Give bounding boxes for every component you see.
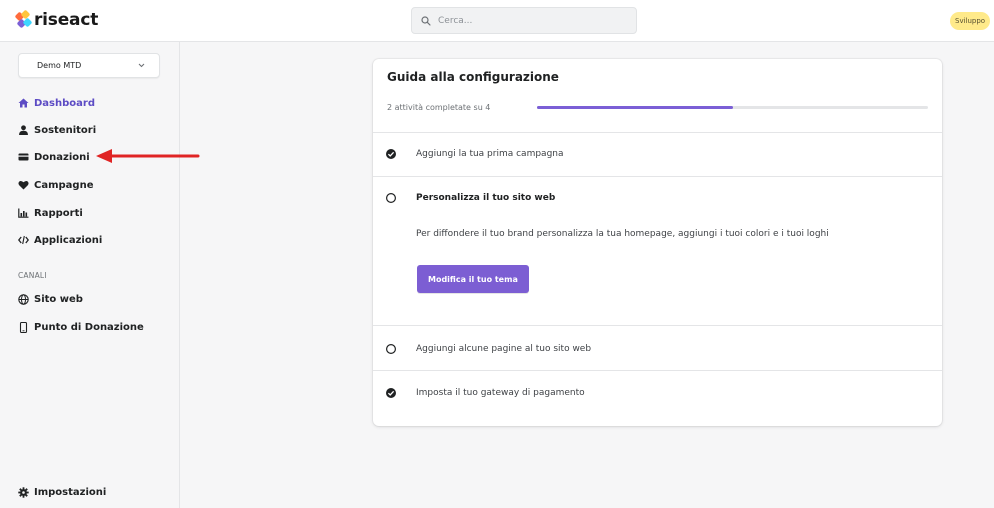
sidebar-item-label: Sito web [34, 293, 83, 305]
gear-icon [18, 486, 29, 498]
progress-bar-fill [537, 106, 733, 109]
code-icon [18, 235, 29, 245]
sidebar-item-applicazioni[interactable]: Applicazioni [18, 232, 102, 248]
empty-circle-icon[interactable] [385, 343, 397, 355]
setup-guide-title: Guida alla configurazione [387, 70, 559, 84]
search-icon [421, 15, 431, 26]
store-selector[interactable]: Demo MTD [18, 53, 160, 78]
sidebar-item-campagne[interactable]: Campagne [18, 177, 93, 193]
setup-guide-card: Guida alla configurazione 2 attività com… [373, 59, 942, 426]
environment-badge: Sviluppo [950, 12, 991, 30]
sidebar-item-sito-web[interactable]: Sito web [18, 291, 83, 307]
sidebar-item-sostenitori[interactable]: Sostenitori [18, 122, 96, 138]
sidebar-item-label: Donazioni [34, 151, 90, 163]
check-circle-icon[interactable] [385, 148, 397, 160]
divider [373, 325, 942, 326]
user-icon [19, 125, 28, 135]
task-label[interactable]: Aggiungi alcune pagine al tuo sito web [416, 344, 591, 354]
progress-bar [537, 106, 928, 109]
home-icon [18, 98, 29, 108]
search-input[interactable] [438, 15, 618, 26]
brand-logo[interactable]: riseact [14, 9, 99, 30]
logo-mark-icon [14, 9, 33, 29]
sidebar-item-impostazioni[interactable]: Impostazioni [18, 484, 106, 500]
store-selector-value: Demo MTD [37, 61, 82, 70]
sidebar-item-donazioni[interactable]: Donazioni [18, 149, 90, 165]
search-bar[interactable] [411, 7, 637, 34]
sidebar-item-label: Applicazioni [34, 234, 103, 246]
progress-label: 2 attività completate su 4 [387, 103, 491, 112]
wallet-icon [18, 153, 29, 161]
divider [373, 132, 942, 133]
sidebar-item-label: Punto di Donazione [34, 321, 144, 333]
sidebar-item-punto-di-donazione[interactable]: Punto di Donazione [18, 319, 144, 335]
sidebar-item-label: Impostazioni [34, 486, 107, 498]
divider [373, 370, 942, 371]
task-description: Per diffondere il tuo brand personalizza… [416, 229, 829, 239]
edit-theme-button[interactable]: Modifica il tuo tema [417, 265, 529, 293]
heart-icon [18, 180, 29, 190]
empty-circle-icon[interactable] [385, 192, 397, 204]
task-label[interactable]: Personalizza il tuo sito web [416, 193, 555, 203]
chart-icon [18, 208, 29, 218]
divider [373, 176, 942, 177]
sidebar-item-label: Sostenitori [34, 124, 97, 136]
task-label[interactable]: Imposta il tuo gateway di pagamento [416, 388, 585, 398]
chevron-down-icon [138, 63, 145, 68]
sidebar-section-label: CANALI [18, 271, 47, 280]
globe-icon [18, 293, 29, 305]
sidebar: Demo MTD Dashboard Sostenitori Donazioni… [0, 42, 180, 508]
sidebar-item-rapporti[interactable]: Rapporti [18, 205, 83, 221]
brand-name: riseact [34, 10, 99, 30]
mobile-icon [19, 321, 28, 333]
check-circle-icon[interactable] [385, 387, 397, 399]
sidebar-item-label: Rapporti [34, 207, 83, 219]
sidebar-item-dashboard[interactable]: Dashboard [18, 95, 95, 111]
top-bar: riseact Sviluppo [0, 0, 994, 42]
sidebar-item-label: Dashboard [34, 97, 95, 109]
task-label[interactable]: Aggiungi la tua prima campagna [416, 149, 564, 159]
sidebar-item-label: Campagne [34, 179, 94, 191]
annotation-arrow-icon [96, 149, 200, 163]
